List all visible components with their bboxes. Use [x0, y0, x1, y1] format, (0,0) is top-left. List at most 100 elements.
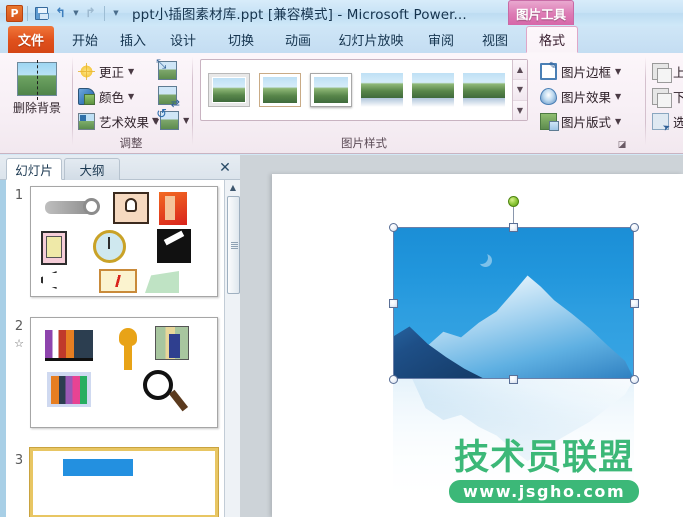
slide-preview[interactable]	[30, 186, 218, 297]
clipart-calculator-keys	[46, 236, 62, 258]
picture-styles-dialog-launcher[interactable]: ◪	[616, 139, 628, 151]
send-backward-label: 下移...	[673, 90, 683, 105]
slides-panel-scrollbar[interactable]: ▲	[224, 180, 240, 517]
remove-background-label: 删除背景	[12, 101, 61, 115]
reset-picture-button[interactable]: ▼ ▼	[152, 107, 190, 130]
selection-pane-label: 选择...	[673, 115, 683, 130]
resize-handle-top-right[interactable]	[630, 223, 639, 232]
ribbon-group-picture-styles: ▲ ▼ ▼ 图片边框 ▼ 图片效果 ▼ 图片版式 ▼ 图片样式 ◪	[194, 53, 642, 153]
tab-home[interactable]: 开始	[62, 26, 108, 53]
picture-tools-contextual-header: 图片工具	[508, 0, 574, 25]
resize-handle-top-left[interactable]	[389, 223, 398, 232]
slide-preview-selected[interactable]	[30, 448, 218, 517]
clipart-gold-key-shaft	[124, 342, 132, 370]
clipart-person-reading	[145, 271, 179, 293]
tab-slideshow[interactable]: 幻灯片放映	[330, 26, 412, 53]
send-backward-icon	[652, 88, 672, 108]
picture-effects-icon	[540, 88, 557, 105]
resize-handle-top-center[interactable]	[509, 223, 518, 232]
scroll-up-button[interactable]: ▲	[225, 180, 241, 195]
artistic-effects-label: 艺术效果	[99, 115, 150, 130]
picture-styles-group-label: 图片样式	[341, 136, 387, 150]
picture-style-option[interactable]	[259, 73, 301, 107]
picture-styles-gallery[interactable]: ▲ ▼ ▼	[200, 59, 528, 121]
tab-outline[interactable]: 大纲	[64, 158, 120, 180]
color-button[interactable]: 颜色 ▼	[78, 86, 134, 107]
redo-button[interactable]: ↱	[81, 4, 100, 23]
clipart-person-red-body	[165, 196, 175, 220]
slide-thumbnails-list[interactable]: 1 2 ☆ 3	[0, 180, 240, 517]
gallery-scroll-up-button[interactable]: ▲	[513, 60, 527, 81]
scrollbar-thumb[interactable]	[227, 196, 240, 294]
picture-style-option[interactable]	[361, 73, 403, 107]
compress-pictures-button[interactable]	[156, 57, 177, 80]
chevron-down-icon: ▼	[183, 116, 190, 125]
tab-design[interactable]: 设计	[160, 26, 206, 53]
undo-button[interactable]: ↰	[51, 4, 70, 23]
slide-thumbnail-item[interactable]: 1	[6, 186, 240, 302]
color-palette-icon	[78, 88, 95, 105]
picture-layout-button[interactable]: 图片版式 ▼	[540, 111, 621, 132]
bring-forward-icon	[652, 63, 672, 83]
clipart-group-figures	[51, 376, 87, 404]
chevron-down-icon: ▼	[73, 9, 79, 17]
picture-style-option[interactable]	[463, 73, 505, 107]
clipart-crowd-people	[45, 330, 93, 360]
ribbon: 删除背景 更正 ▼ 颜色 ▼ 艺术效果 ▼ 调整	[0, 53, 683, 154]
slide-preview[interactable]	[30, 317, 218, 428]
selection-pane-button[interactable]: 选择...	[652, 111, 683, 132]
picture-border-label: 图片边框	[561, 65, 612, 80]
picture-border-icon	[540, 61, 557, 80]
bring-forward-button[interactable]: 上移...	[652, 61, 683, 83]
picture-layout-label: 图片版式	[561, 115, 612, 130]
slide-thumbnail-item[interactable]: 2 ☆	[6, 317, 240, 433]
chevron-down-icon: ▼	[615, 92, 622, 101]
tab-view[interactable]: 视图	[472, 26, 518, 53]
remove-background-button[interactable]: 删除背景	[6, 57, 68, 135]
redo-icon: ↱	[85, 5, 96, 21]
chevron-down-icon: ▼	[128, 67, 135, 76]
tab-file[interactable]: 文件	[8, 26, 54, 53]
send-backward-button[interactable]: 下移...	[652, 86, 683, 108]
artistic-effects-button[interactable]: 艺术效果 ▼	[78, 111, 159, 132]
rotate-handle[interactable]	[508, 196, 519, 207]
resize-handle-bottom-left[interactable]	[389, 375, 398, 384]
gallery-more-button[interactable]: ▼	[513, 100, 527, 120]
watermark-brand: 技术员联盟	[454, 438, 635, 478]
picture-style-option[interactable]	[412, 73, 454, 107]
picture-border-button[interactable]: 图片边框 ▼	[540, 61, 621, 82]
picture-effects-label: 图片效果	[561, 90, 612, 105]
mountain-picture[interactable]	[393, 227, 634, 379]
tab-slides[interactable]: 幻灯片	[6, 158, 62, 180]
undo-dropdown[interactable]: ▼	[70, 4, 81, 23]
gallery-scroll-down-button[interactable]: ▼	[513, 80, 527, 101]
tab-transitions[interactable]: 切换	[218, 26, 264, 53]
resize-handle-bottom-center[interactable]	[509, 375, 518, 384]
gallery-scrollbar[interactable]: ▲ ▼ ▼	[512, 60, 527, 120]
tab-animations[interactable]: 动画	[275, 26, 321, 53]
resize-handle-bottom-right[interactable]	[630, 375, 639, 384]
change-picture-button[interactable]	[158, 86, 180, 110]
clipart-magnifier-handle	[169, 389, 189, 412]
clipart-crowd-base	[45, 358, 93, 361]
undo-icon: ↰	[55, 5, 66, 21]
ribbon-tab-strip: 文件 开始 插入 设计 切换 动画 幻灯片放映 审阅 视图 格式	[0, 26, 683, 53]
picture-effects-button[interactable]: 图片效果 ▼	[540, 86, 621, 107]
close-panel-button[interactable]: ✕	[216, 159, 234, 177]
watermark: 技术员联盟 www.jsgho.com	[449, 438, 640, 503]
tab-format[interactable]: 格式	[526, 26, 578, 53]
picture-style-option[interactable]	[310, 73, 352, 107]
tab-review[interactable]: 审阅	[418, 26, 464, 53]
tab-insert[interactable]: 插入	[110, 26, 156, 53]
resize-handle-middle-right[interactable]	[630, 299, 639, 308]
resize-handle-middle-left[interactable]	[389, 299, 398, 308]
powerpoint-logo-icon: P	[6, 4, 23, 22]
slide-number: 2	[14, 319, 24, 334]
picture-style-option[interactable]	[208, 73, 250, 107]
save-button[interactable]	[32, 4, 51, 23]
corrections-button[interactable]: 更正 ▼	[78, 61, 134, 82]
chevron-down-icon: ▼	[128, 92, 135, 101]
clipart-megaphone	[41, 271, 57, 289]
customize-qat-button[interactable]: ▼	[109, 4, 122, 23]
slide-thumbnail-item[interactable]: 3	[6, 448, 240, 517]
